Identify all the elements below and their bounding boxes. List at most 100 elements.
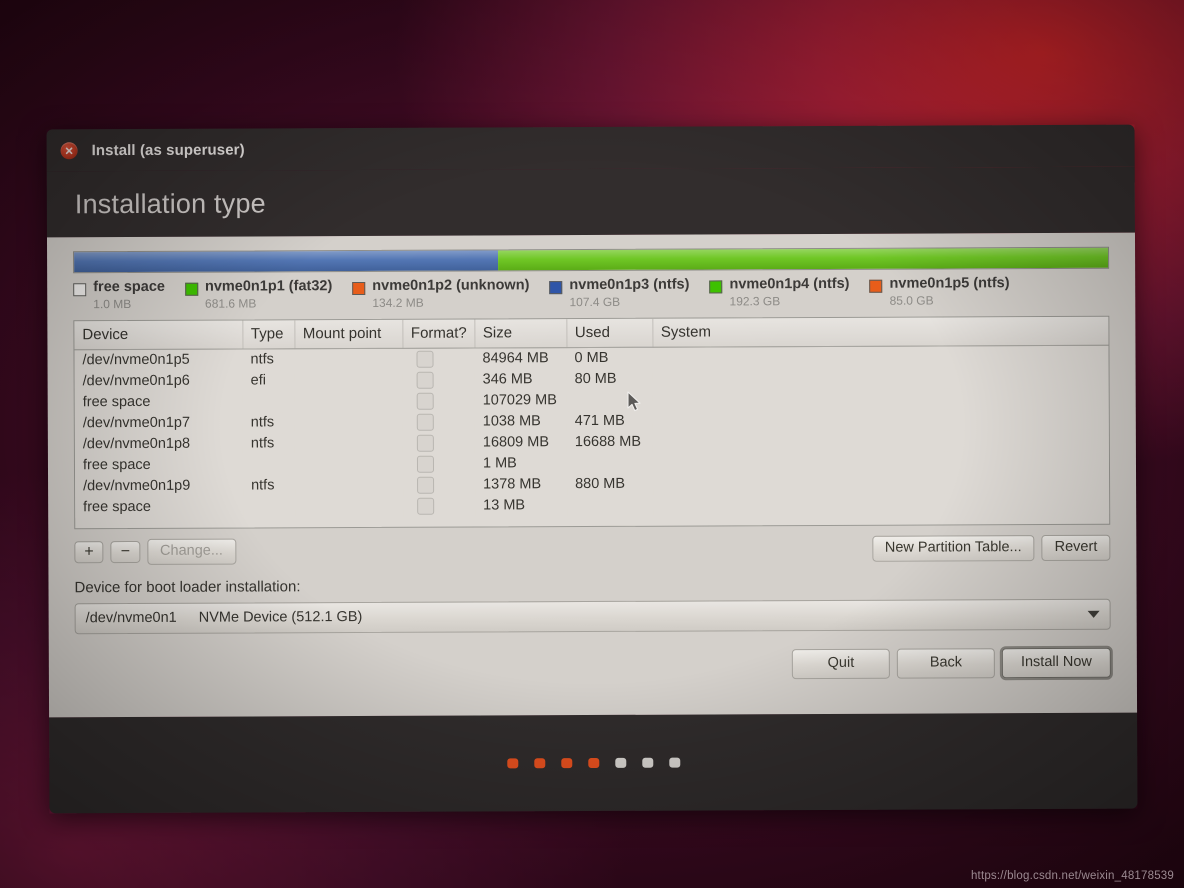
add-partition-button[interactable]: + [74, 540, 104, 564]
format-checkbox[interactable] [416, 350, 434, 368]
partition-bar-segment [497, 247, 1109, 271]
cell-format [402, 411, 475, 433]
boot-loader-label: Device for boot loader installation: [74, 578, 301, 597]
cell-device: free space [75, 496, 244, 519]
table-column-header[interactable]: Device [74, 320, 243, 350]
install-now-button[interactable]: Install Now [1001, 647, 1111, 678]
cell-mount-point [294, 390, 403, 413]
legend-text: nvme0n1p2 (unknown) 134.2 MB [372, 277, 529, 311]
cell-used [566, 452, 654, 474]
cell-used: 16688 MB [566, 431, 653, 453]
table-column-header[interactable]: Size [474, 318, 567, 348]
change-partition-button[interactable]: Change... [146, 538, 236, 565]
action-buttons: Quit Back Install Now [75, 647, 1111, 682]
cell-used [567, 494, 654, 516]
cell-size: 16809 MB [474, 431, 567, 454]
legend-item: nvme0n1p3 (ntfs) 107.4 GB [549, 277, 689, 310]
progress-dot[interactable] [506, 758, 518, 769]
cell-device: /dev/nvme0n1p8 [74, 433, 243, 456]
boot-loader-select[interactable]: /dev/nvme0n1 NVMe Device (512.1 GB) [74, 598, 1111, 635]
cell-used [566, 389, 653, 411]
cell-mount-point [295, 495, 404, 518]
progress-dot[interactable] [587, 757, 599, 769]
installer-window: Install (as superuser) Installation type… [46, 124, 1138, 814]
cell-format [402, 432, 475, 454]
legend-item: nvme0n1p4 (ntfs) 192.3 GB [709, 275, 850, 309]
format-checkbox[interactable] [417, 497, 435, 515]
quit-button[interactable]: Quit [791, 648, 890, 679]
legend-item: nvme0n1p1 (fat32) 681.6 MB [184, 278, 332, 311]
progress-dot[interactable] [641, 757, 653, 768]
progress-dot[interactable] [668, 757, 680, 768]
chevron-down-icon[interactable] [1087, 610, 1100, 618]
table-column-header[interactable]: Format? [402, 319, 475, 349]
close-icon[interactable] [60, 141, 78, 159]
legend-color-swatch [184, 282, 198, 296]
partition-usage-bar [73, 246, 1110, 274]
table-row[interactable]: free space 13 MB [75, 492, 1110, 519]
format-checkbox[interactable] [416, 392, 434, 410]
legend-partition-size: 1.0 MB [93, 297, 132, 312]
cell-type [242, 454, 296, 476]
legend-item: free space 1.0 MB [73, 279, 165, 312]
format-checkbox[interactable] [416, 455, 435, 473]
legend-text: nvme0n1p3 (ntfs) 107.4 GB [569, 277, 689, 310]
cell-type [243, 496, 296, 518]
progress-dot[interactable] [614, 757, 626, 768]
cell-used: 880 MB [567, 473, 654, 495]
format-checkbox[interactable] [416, 434, 434, 452]
legend-text: free space 1.0 MB [93, 279, 165, 312]
window-titlebar: Install (as superuser) [46, 124, 1135, 172]
window-title: Install (as superuser) [91, 141, 245, 159]
combo-spacer [362, 614, 1087, 617]
cell-size: 84964 MB [474, 347, 567, 370]
cell-size: 1 MB [474, 452, 568, 475]
new-partition-table-button[interactable]: New Partition Table... [871, 534, 1035, 562]
table-column-header[interactable]: System [652, 316, 1109, 348]
cell-size: 1378 MB [475, 473, 568, 496]
cell-device: free space [74, 454, 244, 477]
table-column-header[interactable]: Type [242, 320, 295, 349]
legend-text: nvme0n1p4 (ntfs) 192.3 GB [729, 275, 850, 309]
format-checkbox[interactable] [416, 371, 434, 389]
cell-device: free space [74, 391, 243, 414]
legend-partition-size: 107.4 GB [569, 295, 621, 310]
legend-color-swatch [73, 283, 87, 297]
watermark: https://blog.csdn.net/weixin_48178539 [970, 870, 1174, 882]
cell-size: 1038 MB [474, 410, 567, 433]
cell-size: 346 MB [474, 368, 567, 391]
back-button[interactable]: Back [896, 648, 995, 679]
table-column-header[interactable]: Used [566, 318, 653, 348]
progress-dot[interactable] [533, 758, 545, 769]
cell-format [403, 474, 476, 496]
cell-format [402, 453, 476, 475]
cell-mount-point [294, 369, 403, 392]
progress-dot[interactable] [560, 758, 572, 769]
legend-text: nvme0n1p1 (fat32) 681.6 MB [204, 278, 332, 311]
partition-table-container[interactable]: Device Type Mount point Format? Size Used Syst… [73, 315, 1111, 530]
cell-device: /dev/nvme0n1p7 [74, 412, 243, 435]
cell-size: 107029 MB [474, 389, 567, 412]
format-checkbox[interactable] [416, 413, 434, 431]
legend-item: nvme0n1p2 (unknown) 134.2 MB [352, 277, 529, 311]
partition-toolbar: + − Change... New Partition Table... Rev… [74, 534, 1111, 567]
remove-partition-button[interactable]: − [110, 540, 141, 563]
cell-system [652, 429, 1109, 453]
format-checkbox[interactable] [417, 476, 435, 494]
cell-format [402, 390, 475, 412]
revert-button[interactable]: Revert [1041, 534, 1111, 561]
cell-device: /dev/nvme0n1p5 [74, 348, 243, 372]
cell-used: 80 MB [566, 368, 653, 390]
legend-partition-size: 681.6 MB [204, 296, 257, 311]
partition-legend: free space 1.0 MB nvme0n1p1 (fat32) 681.6 M… [73, 275, 1109, 312]
table-header-row: Device Type Mount point Format? Size Used Syst… [74, 316, 1109, 350]
cell-system [653, 492, 1110, 516]
cell-system [652, 345, 1109, 369]
legend-partition-size: 192.3 GB [729, 294, 781, 309]
legend-partition-name: nvme0n1p4 (ntfs) [729, 275, 850, 293]
cell-format [402, 347, 475, 370]
table-column-header[interactable]: Mount point [294, 319, 403, 349]
legend-partition-name: nvme0n1p5 (ntfs) [889, 275, 1010, 292]
legend-partition-size: 134.2 MB [372, 295, 424, 311]
